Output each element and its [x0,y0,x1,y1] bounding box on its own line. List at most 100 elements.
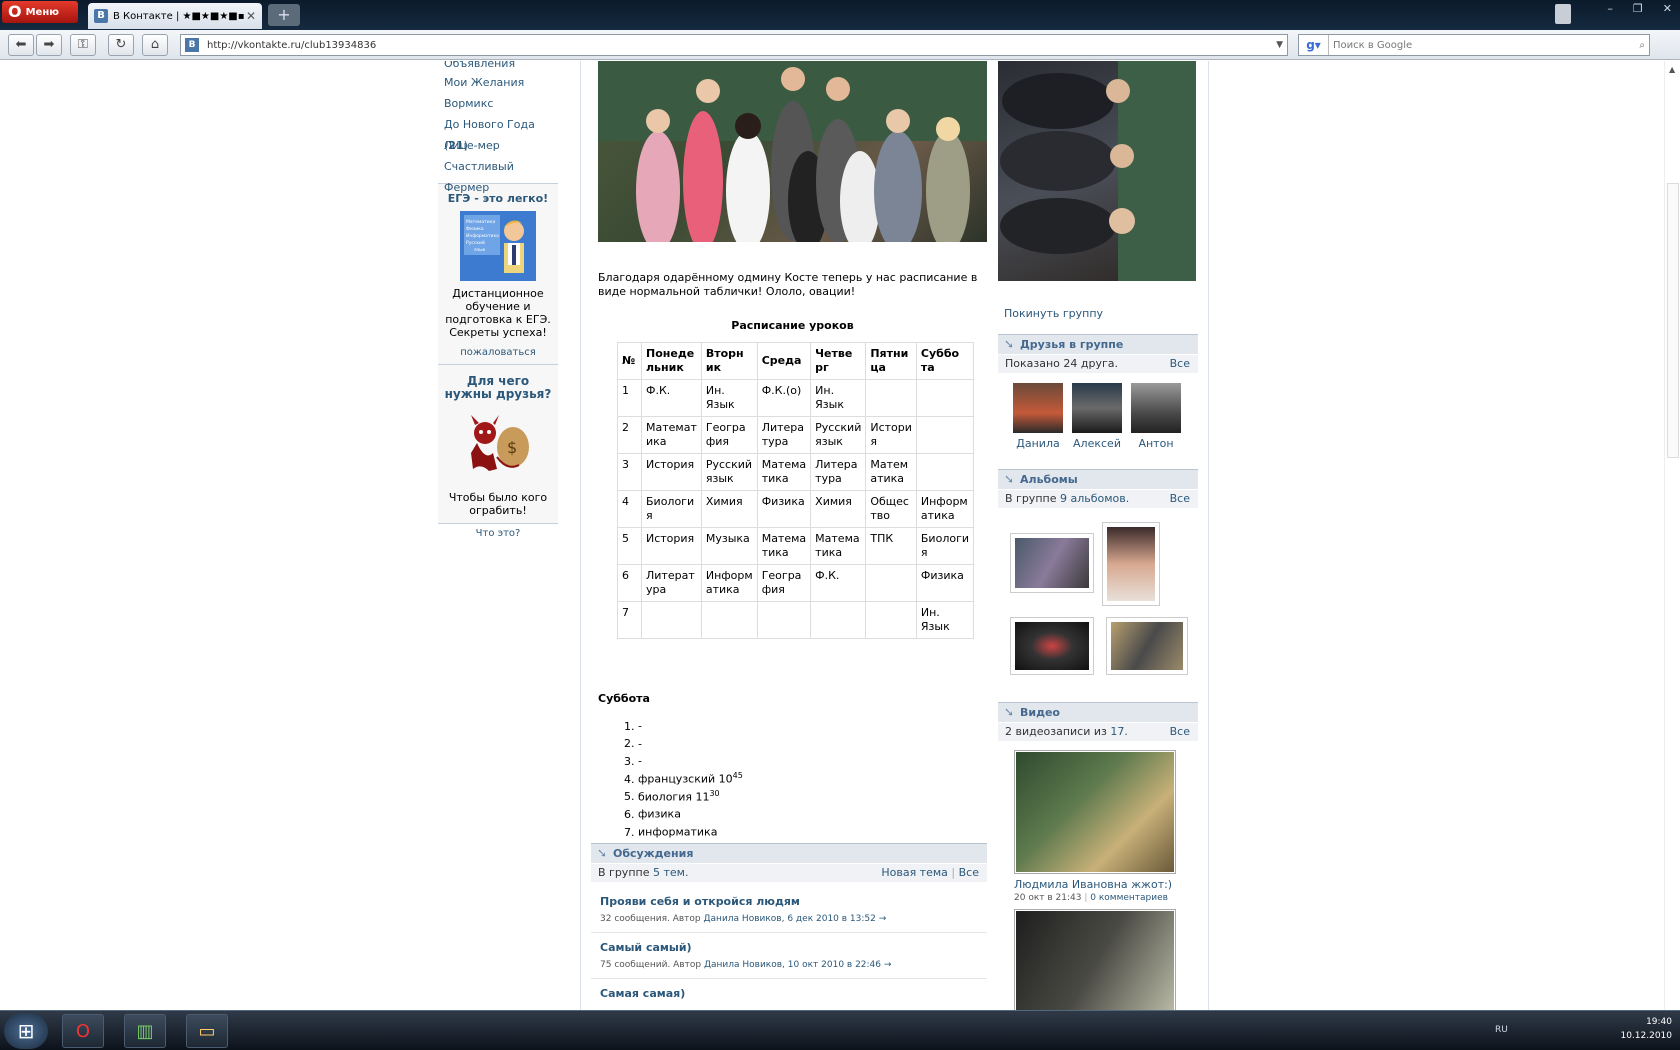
opera-menu-button[interactable]: O Меню [2,1,78,23]
ad-devil-image[interactable]: $ [463,413,533,475]
video-thumb[interactable] [1014,909,1176,1010]
friends-subheader: Показано 24 друга. Все [998,355,1198,373]
album-thumb[interactable] [1106,617,1188,675]
search-box[interactable]: g▾ Поиск в Google ⌕ [1298,34,1650,56]
close-tab-icon[interactable]: ✕ [246,9,256,23]
video-title-link[interactable]: Людмила Ивановна жжот:) [1014,878,1172,891]
wall-photo[interactable] [598,61,987,242]
arrow-icon: ➘ [1004,705,1015,719]
albums-count-link[interactable]: 9 альбомов. [1060,492,1129,505]
all-albums-link[interactable]: Все [1170,490,1190,508]
address-bar[interactable]: B http://vkontakte.ru/club13934836 ▼ [180,34,1288,56]
album-thumb[interactable] [1102,522,1160,606]
album-photo[interactable] [1107,527,1155,601]
close-window-icon[interactable]: ✕ [1663,2,1672,15]
video-preview[interactable] [1016,911,1174,1010]
header-cell: Понеде льник [641,342,702,380]
all-videos-link[interactable]: Все [1170,723,1190,741]
friend-name-link[interactable]: Данила [1016,437,1059,450]
leave-group-link[interactable]: Покинуть группу [1004,307,1103,320]
avatar[interactable] [1131,383,1181,433]
maximize-icon[interactable]: ❐ [1633,2,1643,15]
friend-item[interactable]: Алексей [1067,383,1127,450]
topic-title-link[interactable]: Прояви себя и откройся людям [600,895,987,908]
friends-header[interactable]: ➘ Друзья в группе [998,334,1198,354]
reload-button[interactable]: ↻ [108,34,134,56]
menu-item-wormix[interactable]: Вормикс [444,93,558,114]
trash-icon[interactable] [1555,4,1571,24]
ad-box-ege[interactable]: ЕГЭ - это легко! Математика Физика Инфор… [438,183,558,364]
google-icon[interactable]: g▾ [1299,35,1329,55]
album-photo[interactable] [1015,538,1089,588]
all-topics-link[interactable]: Все [959,866,979,879]
menu-item-licemer[interactable]: Лице-мер [444,135,558,156]
search-icon[interactable]: ⌕ [1639,40,1645,51]
date-link[interactable]: 6 дек 2010 в 13:52 [787,914,876,924]
arrow-icon[interactable]: → [879,914,887,924]
ad-image[interactable]: Математика Физика Информатика Русский яз… [460,211,536,281]
folder-icon[interactable]: ▭ [186,1014,228,1048]
friend-name-link[interactable]: Антон [1138,437,1173,450]
table-header-row: № Понеде льник Вторн ик Среда Четве рг П… [617,342,975,380]
topic-title-link[interactable]: Самый самый) [600,941,987,954]
menu-item-wishes[interactable]: Мои Желания [444,72,558,93]
windows-start-button[interactable]: ⊞ [4,1013,48,1049]
menu-item-new-year[interactable]: До Нового Года (21) [444,114,558,152]
ad-box-friends[interactable]: Для чего нужны друзья? $ Чтобы было кого… [438,364,558,523]
video-count-link[interactable]: 17. [1110,725,1128,738]
new-topic-link[interactable]: Новая тема [881,866,948,879]
video-header[interactable]: ➘ Видео [998,702,1198,722]
search-input[interactable]: Поиск в Google [1329,40,1412,51]
browser-tab[interactable]: B В Контакте | ★■★■★■▪ ✕ [88,3,262,29]
album-photo[interactable] [1015,622,1089,670]
avatar[interactable] [1072,383,1122,433]
album-thumb[interactable] [1010,617,1094,675]
ad-title[interactable]: ЕГЭ - это легко! [444,192,552,205]
scroll-up-icon[interactable]: ▲ [1669,65,1675,74]
home-button[interactable]: ⌂ [142,34,168,56]
album-photo[interactable] [1111,622,1183,670]
system-monitor-icon[interactable]: ▥ [124,1014,166,1048]
topic-title-link[interactable]: Самая самая) [600,987,987,1000]
video-preview[interactable] [1016,752,1174,872]
scrollbar-thumb[interactable] [1667,183,1679,458]
table-cell: 6 [617,564,642,602]
video-comments-link[interactable]: 0 комментариев [1090,893,1168,903]
table-cell: История [641,527,702,565]
ad-text[interactable]: Чтобы было кого ограбить! [444,491,552,517]
ad-complain-link[interactable]: пожаловаться [444,347,552,358]
author-link[interactable]: Данила Новиков [704,914,782,924]
list-item: информатика [638,822,743,840]
ad-what-link[interactable]: Что это? [438,523,558,539]
video-thumb[interactable] [1014,750,1176,874]
album-thumb[interactable] [1010,533,1094,593]
avatar[interactable] [1013,383,1063,433]
date-link[interactable]: 10 окт 2010 в 22:46 [788,960,881,970]
system-clock[interactable]: 19:40 10.12.2010 [1620,1015,1672,1043]
vertical-scrollbar[interactable]: ▲ [1664,61,1680,1010]
friend-item[interactable]: Данила [1008,383,1068,450]
ad-title[interactable]: Для чего нужны друзья? [444,375,552,401]
all-friends-link[interactable]: Все [1170,355,1190,373]
menu-item-farmer[interactable]: Счастливый Фермер [444,156,558,194]
language-indicator[interactable]: RU [1495,1025,1508,1035]
new-tab-button[interactable]: + [268,4,300,26]
topics-count-link[interactable]: 5 тем. [653,866,688,879]
ad-text[interactable]: Дистанционное обучение и подготовка к ЕГ… [444,287,552,339]
minimize-icon[interactable]: – [1607,2,1613,15]
back-button[interactable]: ⬅ [8,34,34,56]
chevron-down-icon[interactable]: ▼ [1276,40,1283,50]
discussions-header[interactable]: ➘ Обсуждения [591,843,987,863]
friend-item[interactable]: Антон [1126,383,1186,450]
opera-taskbar-icon[interactable]: O [62,1014,104,1048]
albums-header[interactable]: ➘ Альбомы [998,469,1198,489]
table-cell: Геогра фия [756,564,812,602]
friend-name-link[interactable]: Алексей [1073,437,1121,450]
side-photo[interactable] [998,61,1196,281]
author-link[interactable]: Данила Новиков [704,960,782,970]
forward-button[interactable]: ➡ [36,34,62,56]
what-is-this-link[interactable]: Что это? [476,528,521,539]
arrow-icon[interactable]: → [884,960,892,970]
table-row: 5 История Музыка Матема тика Матема тика ТПК Б… [617,527,975,565]
wand-key-button[interactable]: ⚿ [70,34,96,56]
